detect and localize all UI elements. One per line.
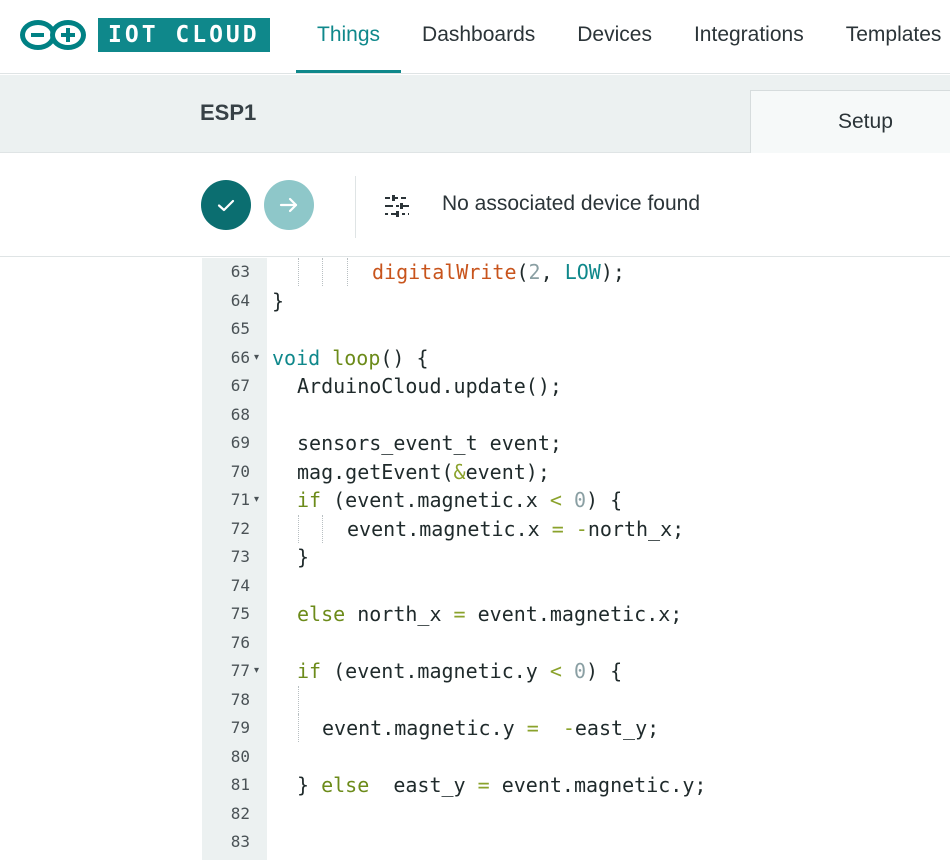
nav-tab-devices[interactable]: Devices — [556, 0, 673, 73]
nav-tab-integrations[interactable]: Integrations — [673, 0, 825, 73]
line-number: 78 — [230, 689, 250, 709]
tab-setup[interactable]: Setup — [750, 90, 950, 153]
nav-tab-templates[interactable]: Templates — [825, 0, 950, 73]
code-editor[interactable]: 63 digitalWrite(2, LOW); 64 } 65 66 ▾ vo… — [0, 258, 950, 860]
device-status-text: No associated device found — [442, 192, 700, 215]
arrow-right-icon — [279, 197, 298, 213]
code-text: } — [272, 288, 285, 313]
line-number: 67 — [230, 376, 250, 395]
line-number: 69 — [230, 433, 250, 452]
main-nav: Things Dashboards Devices Integrations T… — [296, 0, 950, 73]
fold-toggle-icon[interactable]: ▾ — [254, 657, 259, 685]
code-text: } — [297, 545, 310, 569]
code-text: if (event.magnetic.x < 0) { — [297, 488, 623, 512]
line-number: 74 — [230, 575, 250, 595]
line-number: 81 — [230, 775, 250, 794]
check-icon — [217, 199, 235, 212]
toolbar-divider — [355, 176, 356, 238]
code-line: 77 ▾ if (event.magnetic.y < 0) { — [0, 657, 950, 686]
sketch-toolbar: No associated device found — [0, 154, 950, 257]
code-text: digitalWrite(2, LOW); — [372, 260, 625, 284]
code-line: 82 — [0, 800, 950, 829]
code-line: 76 — [0, 629, 950, 658]
code-line: 73 } — [0, 543, 950, 572]
code-line: 63 digitalWrite(2, LOW); — [0, 258, 950, 287]
line-number: 79 — [230, 718, 250, 737]
code-line: 68 — [0, 401, 950, 430]
thing-title: ESP1 — [200, 100, 257, 125]
code-line: 75 else north_x = event.magnetic.x; — [0, 600, 950, 629]
verify-button[interactable] — [201, 180, 251, 230]
line-number: 83 — [230, 832, 250, 851]
line-number: 71 — [230, 490, 250, 509]
code-line: 70 mag.getEvent(&event); — [0, 458, 950, 487]
line-number: 65 — [230, 319, 250, 338]
code-text: else north_x = event.magnetic.x; — [297, 602, 683, 626]
line-number: 70 — [230, 461, 250, 481]
arduino-iot-cloud-logo[interactable]: IOT CLOUD — [20, 18, 270, 52]
code-line: 67 ArduinoCloud.update(); — [0, 372, 950, 401]
code-line: 79 event.magnetic.y = -east_y; — [0, 714, 950, 743]
upload-button[interactable] — [264, 180, 314, 230]
line-number: 63 — [230, 262, 250, 281]
line-number: 75 — [230, 604, 250, 623]
code-text: sensors_event_t event; — [297, 431, 562, 455]
nav-tab-things[interactable]: Things — [296, 0, 402, 73]
code-line: 74 — [0, 572, 950, 601]
logo-text: IOT CLOUD — [98, 18, 270, 52]
code-line: 81 } else east_y = event.magnetic.y; — [0, 771, 950, 800]
code-text: if (event.magnetic.y < 0) { — [297, 659, 623, 683]
line-number: 76 — [230, 632, 250, 652]
code-line: 80 — [0, 743, 950, 772]
code-line: 71 ▾ if (event.magnetic.x < 0) { — [0, 486, 950, 515]
line-number: 68 — [230, 404, 250, 424]
line-number: 64 — [230, 290, 250, 310]
fold-toggle-icon[interactable]: ▾ — [254, 344, 259, 372]
code-line: 72 event.magnetic.x = -north_x; — [0, 514, 950, 544]
code-text: void loop() { — [272, 345, 429, 370]
code-line: 78 — [0, 685, 950, 715]
line-number: 72 — [230, 518, 250, 538]
line-number: 80 — [230, 746, 250, 766]
fold-toggle-icon[interactable]: ▾ — [254, 486, 259, 514]
arduino-infinity-icon — [20, 18, 88, 52]
code-line: 83 — [0, 828, 950, 857]
code-line: 69 sensors_event_t event; — [0, 429, 950, 458]
line-number: 66 — [230, 347, 250, 367]
code-text: event.magnetic.y = -east_y; — [322, 716, 660, 740]
code-text: ArduinoCloud.update(); — [297, 374, 562, 398]
code-text: mag.getEvent(&event); — [297, 459, 550, 484]
code-line: 65 — [0, 315, 950, 344]
nav-tab-dashboards[interactable]: Dashboards — [401, 0, 556, 73]
top-navbar: IOT CLOUD Things Dashboards Devices Inte… — [0, 0, 950, 74]
code-line: 66 ▾ void loop() { — [0, 344, 950, 373]
sliders-icon[interactable] — [383, 194, 411, 222]
code-line: 64 } — [0, 287, 950, 316]
line-number: 73 — [230, 547, 250, 566]
code-text: event.magnetic.x = -north_x; — [347, 516, 685, 541]
line-number: 82 — [230, 803, 250, 823]
thing-header: ESP1 Setup — [0, 75, 950, 153]
line-number: 77 — [230, 661, 250, 680]
code-text: } else east_y = event.magnetic.y; — [297, 773, 707, 797]
